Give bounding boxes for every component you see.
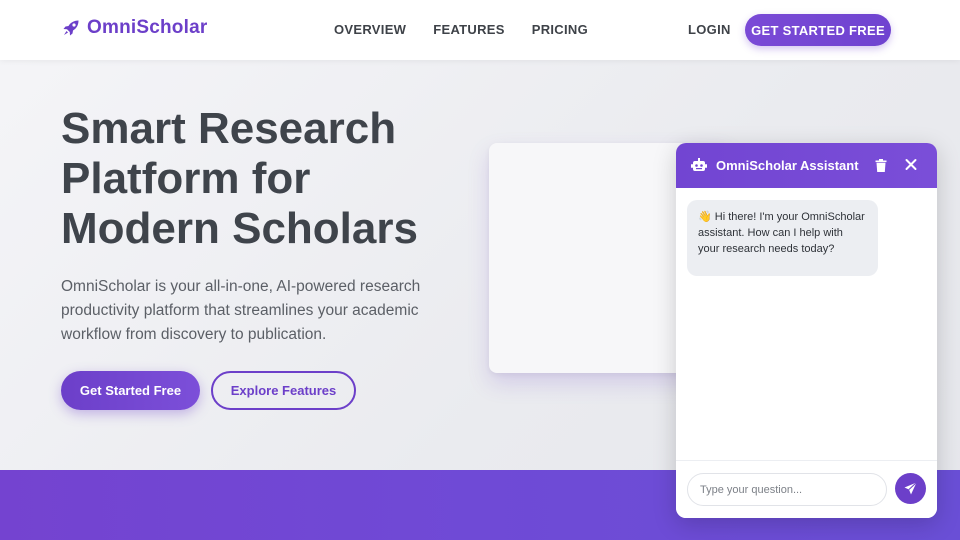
site-header: OmniScholar OVERVIEW FEATURES PRICING LO… <box>0 0 960 60</box>
chat-input[interactable] <box>687 473 887 506</box>
brand-name: OmniScholar <box>87 17 208 38</box>
hero-title: Smart Research Platform for Modern Schol… <box>61 104 481 254</box>
hero-subtitle: OmniScholar is your all-in-one, AI-power… <box>61 278 421 343</box>
robot-icon <box>691 158 707 172</box>
chat-title: OmniScholar Assistant <box>716 158 859 173</box>
hero-title-line: Platform for <box>61 154 311 203</box>
rocket-icon <box>61 18 81 38</box>
brand-logo[interactable]: OmniScholar <box>61 17 207 39</box>
send-icon <box>904 482 917 495</box>
trash-icon[interactable] <box>875 159 887 172</box>
hero-title-line: Smart Research <box>61 104 397 153</box>
nav-link-features[interactable]: FEATURES <box>433 22 505 37</box>
chat-input-area <box>676 460 937 518</box>
chat-messages: 👋 Hi there! I'm your OmniScholar assista… <box>676 188 937 460</box>
chat-widget: OmniScholar Assistant 👋 Hi there! I'm yo… <box>676 143 937 518</box>
nav-link-overview[interactable]: OVERVIEW <box>334 22 406 37</box>
main-nav: OVERVIEW FEATURES PRICING <box>334 22 615 37</box>
login-link[interactable]: LOGIN <box>688 22 731 37</box>
close-icon[interactable] <box>905 158 917 171</box>
bot-message: 👋 Hi there! I'm your OmniScholar assista… <box>687 200 878 276</box>
get-started-header-button[interactable]: GET STARTED FREE <box>745 14 891 46</box>
explore-features-button[interactable]: Explore Features <box>211 371 356 410</box>
nav-link-pricing[interactable]: PRICING <box>532 22 588 37</box>
get-started-button[interactable]: Get Started Free <box>61 371 200 410</box>
chat-header: OmniScholar Assistant <box>676 143 937 188</box>
hero-title-line: Modern Scholars <box>61 204 418 253</box>
send-button[interactable] <box>895 473 926 504</box>
